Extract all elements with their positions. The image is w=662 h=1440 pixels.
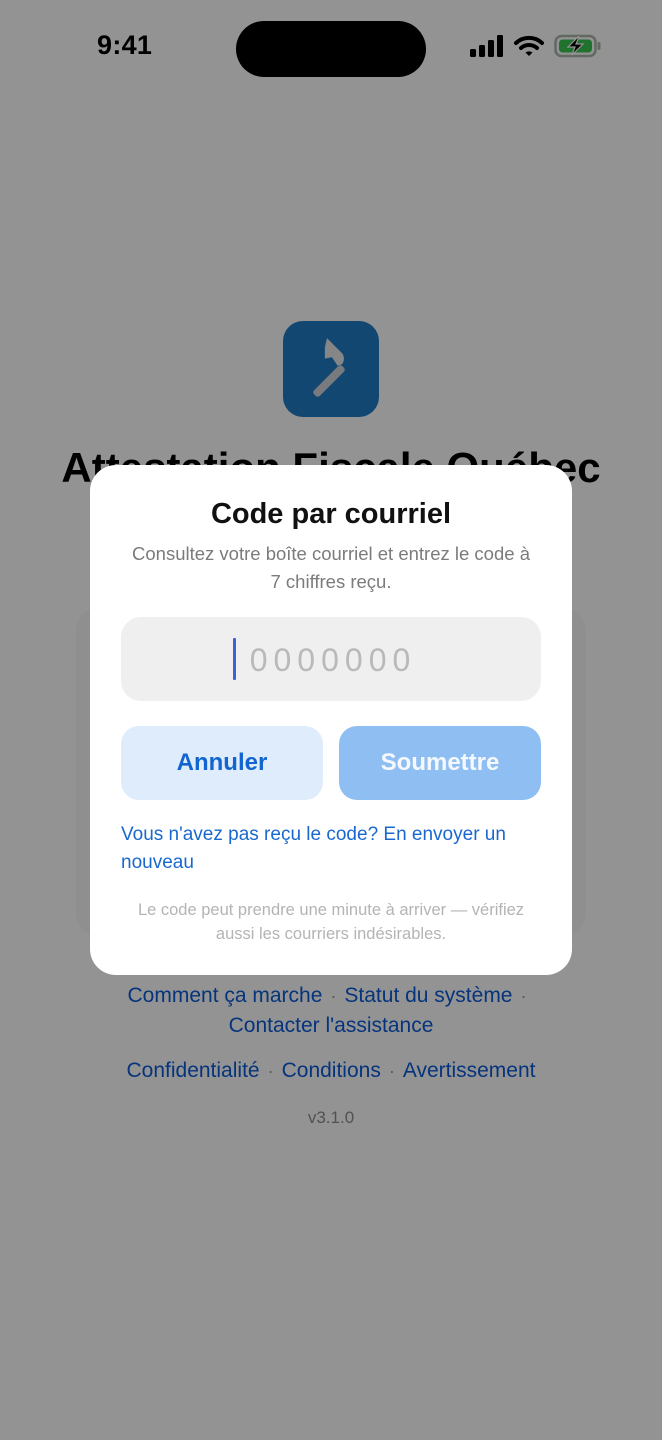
code-field[interactable] [121,617,545,703]
dialog-title: Code par courriel [210,498,452,530]
resend-code-link[interactable]: Vous n'avez pas reçu le code? En envoyer… [121,821,544,877]
cancel-button[interactable]: Annuler [121,726,323,800]
text-caret [233,638,236,680]
email-code-dialog: Code par courriel Consultez votre boîte … [90,465,572,975]
submit-button[interactable]: Soumettre [339,726,541,800]
code-input[interactable] [121,617,545,703]
dialog-hint: Le code peut prendre une minute à arrive… [137,901,525,943]
dynamic-island [236,21,426,77]
dialog-subtitle: Consultez votre boîte courriel et entrez… [132,543,530,592]
